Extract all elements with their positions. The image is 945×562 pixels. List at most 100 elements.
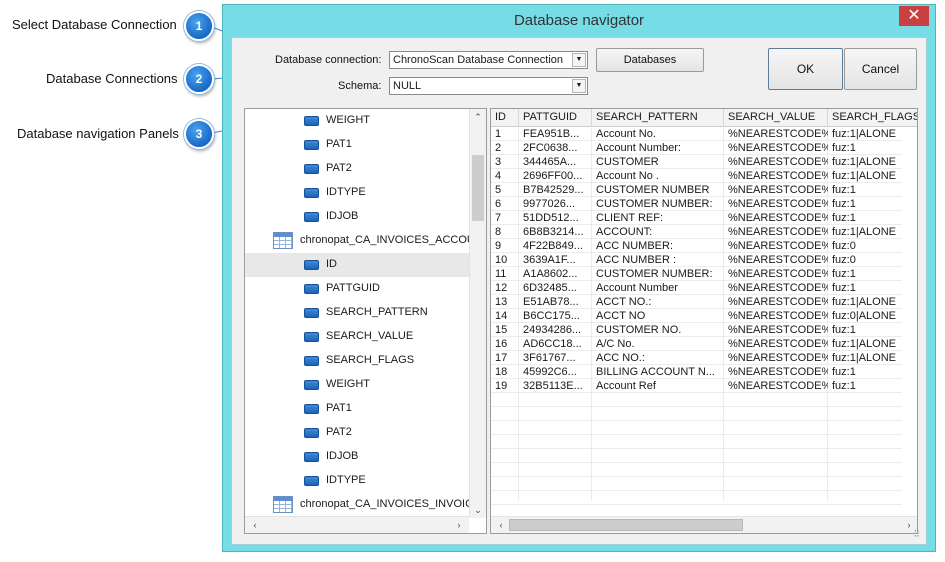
callout-badge-1: 1 — [184, 11, 214, 41]
table-cell: fuz:1|ALONE — [832, 226, 896, 238]
tree-field-node[interactable]: IDTYPE — [245, 469, 469, 493]
grid-row-line — [491, 476, 902, 477]
tree-node-label: WEIGHT — [326, 114, 370, 126]
connection-select[interactable]: ChronoScan Database Connection ▼ — [389, 51, 588, 69]
table-cell: 6 — [495, 198, 502, 210]
ok-button[interactable]: OK — [768, 48, 843, 90]
column-header[interactable]: PATTGUID — [519, 109, 592, 126]
chevron-down-icon[interactable]: ▼ — [572, 79, 586, 93]
table-row[interactable]: 11 A1A8602... CUSTOMER NUMBER: %NEARESTCODE… — [491, 267, 917, 281]
scrollbar-thumb[interactable] — [472, 155, 484, 221]
table-cell: CUSTOMER NUMBER — [596, 184, 710, 196]
database-tree-panel[interactable]: WEIGHT PAT1 PAT2 IDTYPE IDJOB chronopat_CA_IN… — [244, 108, 487, 534]
tree-field-node[interactable]: IDJOB — [245, 205, 469, 229]
table-row[interactable]: 2 2FC0638... Account Number: %NEARESTCODE% f… — [491, 141, 917, 155]
cancel-button[interactable]: Cancel — [844, 48, 917, 90]
tree-field-node[interactable]: PAT1 — [245, 133, 469, 157]
tree-field-node[interactable]: PAT2 — [245, 157, 469, 181]
table-cell: 9977026... — [523, 198, 575, 210]
title-bar[interactable]: Database navigator ✕ — [223, 5, 935, 37]
tree-horizontal-scrollbar[interactable]: ‹ › — [245, 516, 469, 533]
tree-field-node[interactable]: PATTGUID — [245, 277, 469, 301]
table-icon — [273, 232, 293, 249]
table-row[interactable]: 3 344465A... CUSTOMER %NEARESTCODE% fuz:1|AL… — [491, 155, 917, 169]
scroll-down-icon[interactable]: ⌄ — [470, 502, 486, 518]
tree-field-node[interactable]: WEIGHT — [245, 373, 469, 397]
table-cell: %NEARESTCODE% — [728, 198, 828, 210]
table-row[interactable]: 18 45992C6... BILLING ACCOUNT N... %NEAREST… — [491, 365, 917, 379]
table-row[interactable]: 16 AD6CC18... A/C No. %NEARESTCODE% fuz:1|AL… — [491, 337, 917, 351]
grid-row-line — [491, 490, 902, 491]
tree-field-node[interactable]: PAT1 — [245, 397, 469, 421]
table-cell: ACC NO.: — [596, 352, 645, 364]
table-cell: fuz:1|ALONE — [832, 170, 896, 182]
table-row[interactable]: 13 E51AB78... ACCT NO.: %NEARESTCODE% fuz:1|… — [491, 295, 917, 309]
tree-field-node[interactable]: SEARCH_FLAGS — [245, 349, 469, 373]
column-header[interactable]: ID — [491, 109, 519, 126]
tree-field-node[interactable]: SEARCH_PATTERN — [245, 301, 469, 325]
schema-select[interactable]: NULL ▼ — [389, 77, 588, 95]
chevron-down-icon[interactable]: ▼ — [572, 53, 586, 67]
scroll-left-icon[interactable]: ‹ — [493, 517, 509, 533]
table-cell: 344465A... — [523, 156, 577, 168]
tree-field-node[interactable]: WEIGHT — [245, 109, 469, 133]
resize-grip-icon[interactable]: ⠿ — [913, 529, 920, 540]
table-cell: %NEARESTCODE% — [728, 184, 828, 196]
table-data-grid[interactable]: ID PATTGUID SEARCH_PATTERN SEARCH_VALUE SEAR… — [490, 108, 918, 534]
tree-node-label: chronopat_CA_INVOICES_INVOICE — [300, 498, 481, 510]
grid-horizontal-scrollbar[interactable]: ‹ › — [491, 516, 917, 533]
scroll-up-icon[interactable]: ⌃ — [470, 109, 486, 125]
callout-label-2: Database Connections — [46, 71, 178, 86]
table-cell: 3 — [495, 156, 502, 168]
connection-value: ChronoScan Database Connection — [393, 54, 564, 66]
table-cell: 3639A1F... — [523, 254, 576, 266]
scrollbar-thumb[interactable] — [509, 519, 743, 531]
tree-node-label: WEIGHT — [326, 378, 370, 390]
table-row[interactable]: 10 3639A1F... ACC NUMBER : %NEARESTCODE% fuz… — [491, 253, 917, 267]
table-row[interactable]: 12 6D32485... Account Number %NEARESTCODE% f… — [491, 281, 917, 295]
table-cell: %NEARESTCODE% — [728, 170, 828, 182]
table-row[interactable]: 9 4F22B849... ACC NUMBER: %NEARESTCODE% fuz:… — [491, 239, 917, 253]
tree-field-node[interactable]: ID — [245, 253, 469, 277]
scroll-right-icon[interactable]: › — [451, 517, 467, 533]
table-cell: fuz:1|ALONE — [832, 296, 896, 308]
table-row[interactable]: 17 3F61767... ACC NO.: %NEARESTCODE% fuz:1|A… — [491, 351, 917, 365]
table-row[interactable]: 6 9977026... CUSTOMER NUMBER: %NEARESTCODE%… — [491, 197, 917, 211]
table-cell: 16 — [495, 338, 508, 350]
tree-table-node[interactable]: chronopat_CA_INVOICES_INVOICE — [245, 493, 480, 517]
table-cell: %NEARESTCODE% — [728, 352, 828, 364]
table-row[interactable]: 5 B7B42529... CUSTOMER NUMBER %NEARESTCODE%… — [491, 183, 917, 197]
table-cell: A1A8602... — [523, 268, 578, 280]
table-cell: ACC NUMBER : — [596, 254, 677, 266]
table-cell: %NEARESTCODE% — [728, 282, 828, 294]
close-button[interactable]: ✕ — [899, 6, 929, 26]
table-row[interactable]: 8 6B8B3214... ACCOUNT: %NEARESTCODE% fuz:1|A… — [491, 225, 917, 239]
tree-table-node[interactable]: chronopat_CA_INVOICES_ACCOUN — [245, 229, 483, 253]
table-row[interactable]: 15 24934286... CUSTOMER NO. %NEARESTCODE% fu… — [491, 323, 917, 337]
grid-row-line — [491, 406, 902, 407]
databases-button[interactable]: Databases — [596, 48, 704, 72]
tree-field-node[interactable]: IDTYPE — [245, 181, 469, 205]
tree-field-node[interactable]: SEARCH_VALUE — [245, 325, 469, 349]
table-row[interactable]: 14 B6CC175... ACCT NO %NEARESTCODE% fuz:0|AL… — [491, 309, 917, 323]
tree-node-label: SEARCH_FLAGS — [326, 354, 415, 366]
tree-node-label: IDJOB — [326, 450, 359, 462]
table-row[interactable]: 1 FEA951B... Account No. %NEARESTCODE% fuz:1… — [491, 127, 917, 141]
table-cell: B6CC175... — [523, 310, 580, 322]
tree-node-label: IDTYPE — [326, 474, 366, 486]
grid-row-line — [491, 504, 902, 505]
table-cell: Account Number: — [596, 142, 681, 154]
tree-vertical-scrollbar[interactable]: ⌃ ⌄ — [469, 109, 486, 518]
table-cell: fuz:0 — [832, 254, 856, 266]
column-header[interactable]: SEARCH_VALUE — [724, 109, 828, 126]
column-header[interactable]: SEARCH_FLAGS — [828, 109, 917, 126]
tree-field-node[interactable]: IDJOB — [245, 445, 469, 469]
column-header[interactable]: SEARCH_PATTERN — [592, 109, 724, 126]
column-icon — [304, 380, 319, 390]
table-row[interactable]: 4 2696FF00... Account No . %NEARESTCODE% fuz… — [491, 169, 917, 183]
tree-field-node[interactable]: PAT2 — [245, 421, 469, 445]
scroll-left-icon[interactable]: ‹ — [247, 517, 263, 533]
column-icon — [304, 476, 319, 486]
table-row[interactable]: 7 51DD512... CLIENT REF: %NEARESTCODE% fuz:1 — [491, 211, 917, 225]
table-row[interactable]: 19 32B5113E... Account Ref %NEARESTCODE% fuz… — [491, 379, 917, 393]
